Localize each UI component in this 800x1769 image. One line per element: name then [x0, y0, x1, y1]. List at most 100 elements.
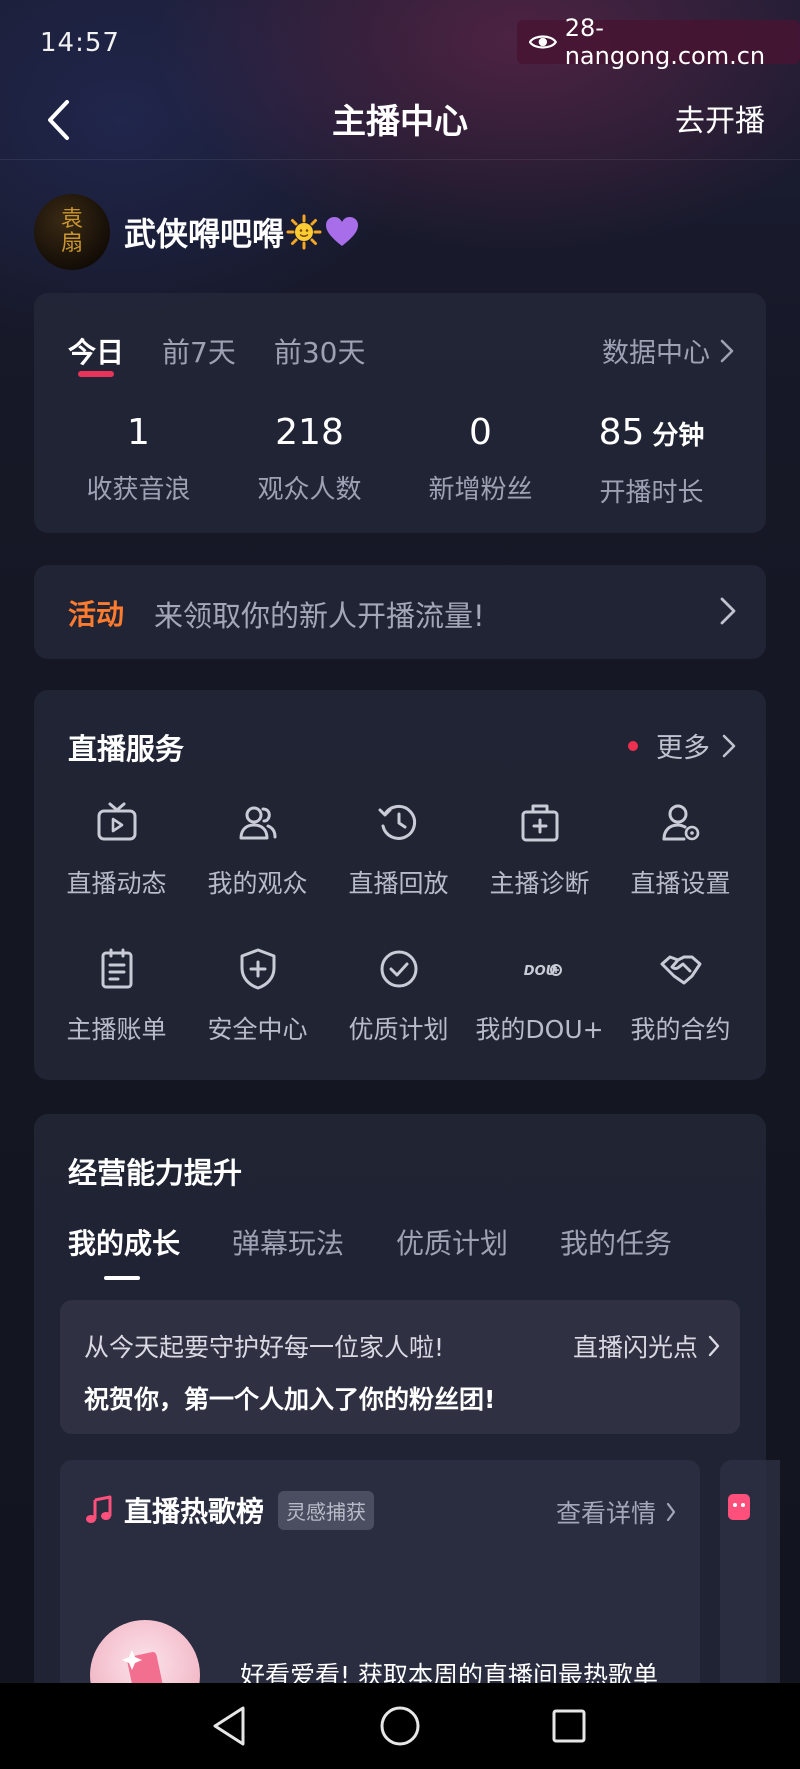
stat-value: 0 [469, 412, 492, 453]
stat-value: 218 [275, 412, 344, 453]
service-live-replay[interactable]: 直播回放 [328, 800, 469, 914]
check-circle-icon [380, 950, 417, 988]
user-settings-icon [662, 804, 699, 841]
chevron-right-icon [720, 597, 736, 625]
service-host-diagnosis[interactable]: 主播诊断 [469, 800, 610, 914]
watermark-text: 28-nangong.com.cn [564, 14, 766, 70]
avatar[interactable]: 袁 扇 [34, 194, 110, 270]
system-nav-bar [0, 1683, 800, 1769]
stat-label: 开播时长 [599, 478, 704, 508]
live-services-card: 直播服务 更多 直播动态 我的观众 直播回放 主播诊断 直播设置 主播账单 安全… [34, 690, 766, 1080]
stats-row: 1 收获音浪 218 观众人数 0 新增粉丝 85 分钟 开播时长 [34, 411, 766, 509]
avatar-text-top: 袁 [60, 207, 83, 232]
service-label: 直播动态 [66, 869, 167, 898]
service-live-feed[interactable]: 直播动态 [46, 800, 187, 914]
activity-text: 来领取你的新人开播流量! [154, 599, 485, 633]
inspiration-badge: 灵感捕获 [278, 1490, 375, 1530]
tab-quality-plan[interactable]: 优质计划 [396, 1222, 508, 1262]
handshake-icon [660, 955, 701, 985]
stat-viewers[interactable]: 218 观众人数 [224, 411, 395, 509]
system-back-button[interactable] [204, 1701, 254, 1751]
stat-value: 1 [127, 412, 150, 453]
service-host-bill[interactable]: 主播账单 [46, 946, 187, 1060]
period-tabs: 今日 前7天 前30天 [68, 331, 366, 377]
tv-play-icon [97, 802, 136, 841]
stat-unit: 分钟 [652, 421, 705, 451]
stat-new-fans[interactable]: 0 新增粉丝 [395, 411, 566, 509]
view-details-label: 查看详情 [555, 1499, 656, 1528]
more-label: 更多 [656, 733, 710, 764]
activity-tag: 活动 [68, 598, 125, 631]
data-center-link[interactable]: 数据中心 [602, 331, 734, 370]
stat-label: 观众人数 [257, 475, 362, 505]
stats-card: 今日 前7天 前30天 数据中心 1 收获音浪 218 观众人数 0 新增粉丝 [34, 293, 766, 533]
users-icon [239, 806, 276, 840]
tab-today[interactable]: 今日 [68, 331, 125, 377]
chevron-right-icon [722, 734, 736, 757]
tab-today-label: 今日 [68, 336, 125, 369]
profile-name-row: 武侠嘚吧嘚 [124, 209, 360, 255]
services-title: 直播服务 [68, 732, 185, 766]
tab-my-growth[interactable]: 我的成长 [68, 1222, 180, 1280]
history-clock-icon [378, 804, 416, 840]
service-my-audience[interactable]: 我的观众 [187, 800, 328, 914]
service-my-contract[interactable]: 我的合约 [610, 946, 751, 1060]
service-label: 直播回放 [348, 869, 449, 898]
view-details-link[interactable]: 查看详情 [556, 1494, 676, 1530]
purple-heart-icon [326, 217, 359, 246]
back-button[interactable] [36, 94, 80, 146]
pink-icon [728, 1494, 750, 1520]
notification-dot [628, 740, 638, 751]
watermark: 28-nangong.com.cn [517, 14, 800, 70]
tab-7-days[interactable]: 前7天 [162, 331, 236, 371]
shield-plus-icon [240, 948, 275, 990]
hot-songs-title: 直播热歌榜 [124, 1495, 265, 1528]
bill-icon [101, 948, 132, 989]
stat-sound-waves[interactable]: 1 收获音浪 [53, 411, 224, 509]
chevron-right-icon [666, 1502, 676, 1522]
dou-plus-icon: DOU [523, 964, 562, 979]
growth-notice[interactable]: 从今天起要守护好每一位家人啦! 祝贺你，第一个人加入了你的粉丝团! 直播闪光点 [60, 1300, 740, 1434]
service-my-dou-plus[interactable]: DOU 我的DOU+ [469, 946, 610, 1060]
service-label: 直播设置 [630, 869, 731, 898]
service-quality-plan[interactable]: 优质计划 [328, 946, 469, 1060]
business-growth-card: 经营能力提升 我的成长 弹幕玩法 优质计划 我的任务 从今天起要守护好每一位家人… [34, 1114, 780, 1769]
tab-30-days[interactable]: 前30天 [274, 331, 366, 371]
stat-value: 85 分钟 [598, 412, 705, 453]
square-recents-icon [552, 1709, 586, 1743]
hot-songs-header: 直播热歌榜 灵感捕获 [84, 1490, 375, 1530]
eye-icon [529, 35, 557, 49]
avatar-text-bottom: 扇 [60, 231, 83, 256]
go-live-button[interactable]: 去开播 [675, 96, 765, 140]
service-security-center[interactable]: 安全中心 [187, 946, 328, 1060]
system-recents-button[interactable] [544, 1701, 594, 1751]
highlight-moments-link[interactable]: 直播闪光点 [573, 1328, 720, 1364]
stat-live-duration[interactable]: 85 分钟 开播时长 [566, 411, 737, 509]
service-live-settings[interactable]: 直播设置 [610, 800, 751, 914]
status-bar: 14:57 28-nangong.com.cn [0, 0, 800, 90]
more-link[interactable]: 更多 [628, 726, 736, 765]
triangle-back-icon [213, 1706, 245, 1746]
screen: 14:57 28-nangong.com.cn 主播中心 去开播 袁 扇 武侠嘚… [0, 0, 800, 1769]
back-arrow-icon [48, 100, 69, 140]
stat-label: 新增粉丝 [428, 475, 533, 505]
active-tab-indicator [78, 371, 114, 377]
status-time: 14:57 [40, 28, 120, 58]
notice-line-2: 祝贺你，第一个人加入了你的粉丝团! [84, 1385, 496, 1414]
service-label: 主播账单 [66, 1015, 167, 1044]
chevron-right-icon [708, 1335, 720, 1357]
service-label: 主播诊断 [489, 869, 590, 898]
service-label: 安全中心 [207, 1015, 308, 1044]
service-label: 我的DOU+ [475, 1015, 604, 1044]
service-label: 我的合约 [630, 1015, 731, 1044]
music-note-icon [86, 1495, 112, 1523]
profile-header[interactable]: 袁 扇 武侠嘚吧嘚 [34, 192, 360, 272]
tab-danmaku-play[interactable]: 弹幕玩法 [232, 1222, 344, 1262]
stat-label: 收获音浪 [86, 475, 191, 505]
chevron-right-icon [720, 339, 734, 362]
service-label: 我的观众 [207, 869, 308, 898]
system-home-button[interactable] [375, 1701, 425, 1751]
nav-bar: 主播中心 去开播 [0, 80, 800, 160]
tab-my-tasks[interactable]: 我的任务 [560, 1222, 672, 1262]
activity-banner[interactable]: 活动 来领取你的新人开播流量! [34, 565, 766, 659]
